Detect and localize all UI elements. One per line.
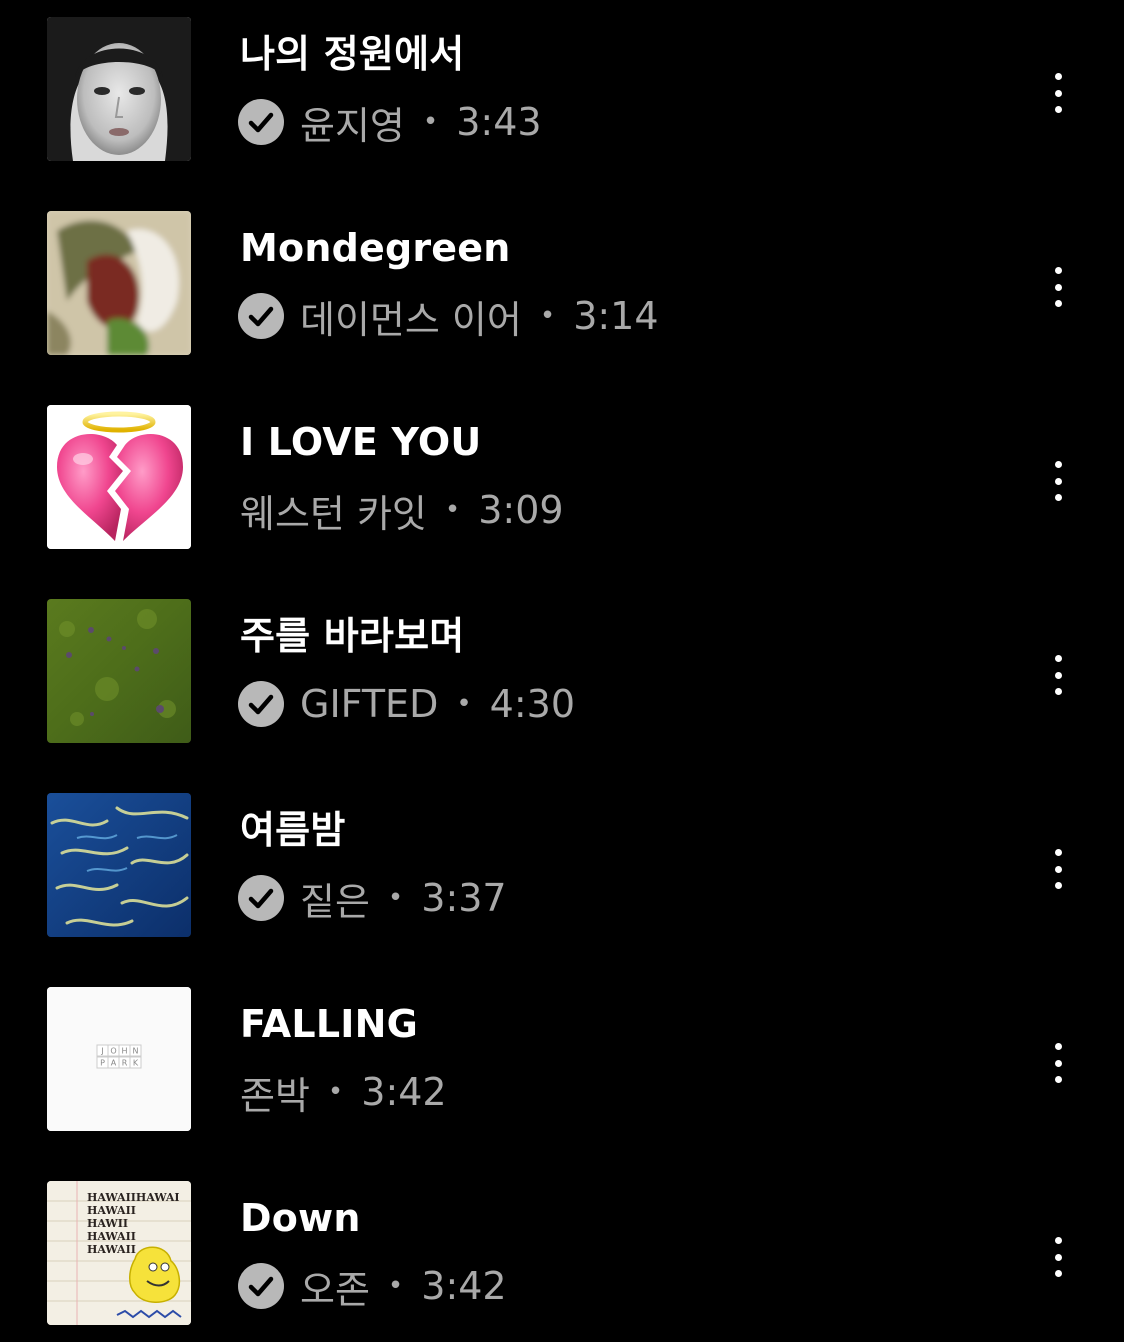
track-artist: 웨스턴 카잇 — [240, 491, 427, 536]
track-title: 여름밤 — [240, 808, 346, 852]
track-duration: 3:14 — [573, 294, 659, 338]
track-row[interactable]: J O H N P A R K FALLING 존박 • 3:42 — [0, 987, 1124, 1147]
album-art-water — [47, 793, 191, 937]
check-circle-icon — [238, 681, 284, 727]
track-list: 나의 정원에서 윤지영 • 3:43 Mondegreen 데이먼스 이어 • … — [0, 0, 1124, 1342]
track-title: I LOVE YOU — [240, 420, 482, 464]
track-row[interactable]: 주를 바라보며 GIFTED • 4:30 — [0, 599, 1124, 759]
album-art — [47, 17, 191, 161]
art-text: HAWAIIHAWAI — [87, 1191, 180, 1204]
art-letter: H — [121, 1047, 127, 1056]
more-vertical-icon[interactable] — [1036, 461, 1080, 501]
track-row[interactable]: 여름밤 짙은 • 3:37 — [0, 793, 1124, 953]
more-vertical-icon[interactable] — [1036, 267, 1080, 307]
track-meta: 윤지영 • 3:43 — [238, 97, 542, 148]
track-title: 주를 바라보며 — [240, 614, 465, 658]
check-circle-icon — [238, 293, 284, 339]
album-art — [47, 211, 191, 355]
track-title: Down — [240, 1196, 361, 1240]
more-vertical-icon[interactable] — [1036, 1237, 1080, 1277]
more-vertical-icon[interactable] — [1036, 1043, 1080, 1083]
track-artist: 데이먼스 이어 — [300, 297, 522, 342]
track-row[interactable]: I LOVE YOU 웨스턴 카잇 • 3:09 — [0, 405, 1124, 565]
art-letter: A — [111, 1059, 117, 1068]
track-artist: 윤지영 — [300, 103, 405, 148]
track-artist: 존박 — [240, 1073, 310, 1118]
track-artist: 짙은 — [300, 879, 370, 924]
track-duration: 4:30 — [489, 682, 576, 726]
art-text: HAWAII — [87, 1230, 136, 1243]
art-text: HAWAII — [87, 1204, 136, 1217]
track-artist: 오존 — [300, 1267, 370, 1312]
check-circle-icon — [238, 1263, 284, 1309]
check-circle-icon — [238, 875, 284, 921]
track-meta: 데이먼스 이어 • 3:14 — [238, 291, 659, 342]
album-art — [47, 599, 191, 743]
more-vertical-icon[interactable] — [1036, 655, 1080, 695]
meta-separator: • — [327, 1077, 344, 1107]
art-letter: O — [110, 1047, 116, 1056]
track-duration: 3:37 — [421, 876, 507, 920]
track-meta: 오존 • 3:42 — [238, 1261, 507, 1312]
meta-separator: • — [422, 107, 439, 137]
art-letter: P — [100, 1059, 105, 1068]
more-vertical-icon[interactable] — [1036, 849, 1080, 889]
album-art: J O H N P A R K — [47, 987, 191, 1131]
meta-separator: • — [387, 883, 404, 913]
track-row[interactable]: 나의 정원에서 윤지영 • 3:43 — [0, 17, 1124, 177]
art-letter: N — [133, 1047, 139, 1056]
track-duration: 3:42 — [361, 1070, 447, 1114]
meta-separator: • — [539, 301, 556, 331]
album-art-blurred — [47, 211, 191, 355]
track-artist: GIFTED — [300, 682, 439, 726]
track-duration: 3:43 — [456, 100, 542, 144]
track-duration: 3:42 — [421, 1264, 507, 1308]
album-art-hawaii: HAWAIIHAWAI HAWAII HAWII HAWAII HAWAII — [47, 1181, 191, 1325]
album-art-field — [47, 599, 191, 743]
album-art-john-park: J O H N P A R K — [47, 987, 191, 1131]
art-letter: K — [133, 1059, 139, 1068]
art-text: HAWAII — [87, 1243, 136, 1256]
broken-heart-icon — [47, 405, 191, 549]
track-meta: 짙은 • 3:37 — [238, 873, 507, 924]
more-vertical-icon[interactable] — [1036, 73, 1080, 113]
track-duration: 3:09 — [478, 488, 564, 532]
track-meta: 웨스턴 카잇 • 3:09 — [240, 485, 564, 536]
check-circle-icon — [238, 99, 284, 145]
album-art — [47, 793, 191, 937]
art-text: HAWII — [87, 1217, 128, 1230]
track-meta: 존박 • 3:42 — [240, 1067, 447, 1118]
track-title: FALLING — [240, 1002, 418, 1046]
track-title: 나의 정원에서 — [240, 32, 465, 76]
album-art — [47, 405, 191, 549]
art-letter: R — [122, 1059, 128, 1068]
album-art-portrait — [47, 17, 191, 161]
track-row[interactable]: Mondegreen 데이먼스 이어 • 3:14 — [0, 211, 1124, 371]
meta-separator: • — [387, 1271, 404, 1301]
track-meta: GIFTED • 4:30 — [238, 679, 575, 729]
track-title: Mondegreen — [240, 226, 511, 270]
track-row[interactable]: HAWAIIHAWAI HAWAII HAWII HAWAII HAWAII D… — [0, 1181, 1124, 1341]
art-letter: J — [100, 1047, 103, 1056]
album-art: HAWAIIHAWAI HAWAII HAWII HAWAII HAWAII — [47, 1181, 191, 1325]
meta-separator: • — [456, 689, 472, 719]
meta-separator: • — [444, 495, 461, 525]
